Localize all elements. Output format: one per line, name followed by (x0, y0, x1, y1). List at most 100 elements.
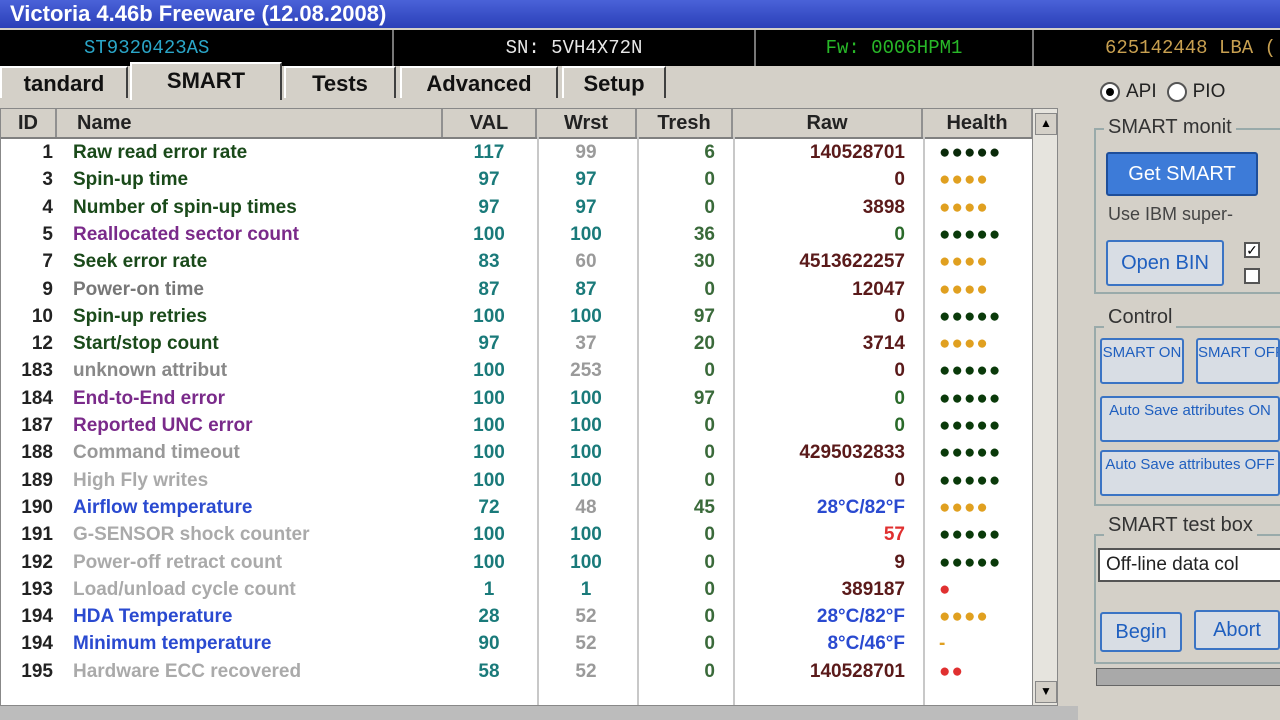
col-id[interactable]: ID (1, 109, 57, 137)
cell-raw: 0 (894, 169, 905, 191)
table-row[interactable]: 194 HDA Temperature 28 52 0 28°C/82°F ●●●● (1, 603, 1057, 631)
open-bin-button[interactable]: Open BIN (1106, 240, 1224, 286)
option-checkbox-1[interactable]: ✓ (1244, 242, 1260, 258)
table-scrollbar[interactable]: ▲ ▼ (1032, 109, 1057, 705)
table-row[interactable]: 190 Airflow temperature 72 48 45 28°C/82°F ●●●… (1, 494, 1057, 522)
progress-bar (1096, 668, 1280, 686)
tab-advanced[interactable]: Advanced (400, 66, 558, 98)
cell-health: ●●●● (939, 496, 989, 518)
cell-tresh: 6 (704, 142, 715, 163)
cell-health: ●●●●● (939, 360, 1002, 382)
cell-val: 72 (478, 496, 500, 518)
cell-raw: 0 (894, 223, 905, 245)
cell-tresh: 0 (704, 469, 715, 491)
smart-off-button[interactable]: SMART OFF (1196, 338, 1280, 384)
table-row[interactable]: 191 G-SENSOR shock counter 100 100 0 57 ●●●●● (1, 521, 1057, 549)
cell-raw: 140528701 (809, 142, 905, 163)
tab-standard[interactable]: tandard (0, 66, 128, 98)
cell-tresh: 0 (704, 415, 715, 436)
cell-health: ●●●●● (939, 387, 1002, 409)
cell-raw: 0 (894, 469, 905, 491)
drive-firmware: Fw: 0006HPM1 (756, 30, 1034, 66)
cell-name: Reported UNC error (73, 415, 253, 436)
cell-name: End-to-End error (73, 387, 225, 409)
col-health[interactable]: Health (923, 109, 1033, 137)
table-row[interactable]: 10 Spin-up retries 100 100 97 0 ●●●●● (1, 303, 1057, 331)
table-row[interactable]: 183 unknown attribut 100 253 0 0 ●●●●● (1, 357, 1057, 385)
col-tresh[interactable]: Tresh (637, 109, 733, 137)
col-wrst[interactable]: Wrst (537, 109, 637, 137)
table-row[interactable]: 5 Reallocated sector count 100 100 36 0 ●●●●● (1, 221, 1057, 249)
cell-health: ●●●●● (939, 415, 1002, 436)
get-smart-button[interactable]: Get SMART (1106, 152, 1258, 196)
table-row[interactable]: 4 Number of spin-up times 97 97 0 3898 ●●●● (1, 194, 1057, 222)
col-name[interactable]: Name (57, 109, 443, 137)
cell-wrst: 99 (575, 142, 597, 163)
cell-wrst: 97 (575, 169, 597, 191)
table-row[interactable]: 193 Load/unload cycle count 1 1 0 389187 ● (1, 576, 1057, 604)
autosave-on-button[interactable]: Auto Save attributes ON (1100, 396, 1280, 442)
table-row[interactable]: 194 Minimum temperature 90 52 0 8°C/46°F - (1, 630, 1057, 658)
begin-button[interactable]: Begin (1100, 612, 1182, 652)
cell-name: Airflow temperature (73, 496, 253, 518)
test-type-select[interactable]: Off-line data col (1098, 548, 1280, 582)
table-row[interactable]: 3 Spin-up time 97 97 0 0 ●●●● (1, 166, 1057, 194)
cell-tresh: 97 (693, 305, 715, 327)
cell-tresh: 0 (704, 169, 715, 191)
drive-serial: SN: 5VH4X72N (394, 30, 756, 66)
table-row[interactable]: 184 End-to-End error 100 100 97 0 ●●●●● (1, 385, 1057, 413)
cell-raw: 4513622257 (799, 251, 905, 273)
pio-radio[interactable] (1166, 82, 1187, 102)
table-row[interactable]: 7 Seek error rate 83 60 30 4513622257 ●●●● (1, 248, 1057, 276)
cell-name: Power-off retract count (73, 551, 283, 573)
cell-val: 97 (478, 333, 500, 355)
cell-val: 97 (478, 196, 500, 218)
table-row[interactable]: 189 High Fly writes 100 100 0 0 ●●●●● (1, 467, 1057, 495)
abort-button[interactable]: Abort (1194, 610, 1280, 650)
tab-setup[interactable]: Setup (562, 66, 666, 98)
cell-wrst: 100 (570, 387, 602, 409)
cell-wrst: 48 (575, 496, 597, 518)
table-row[interactable]: 1 Raw read error rate 117 99 6 140528701 ●●●●● (1, 139, 1057, 167)
table-row[interactable]: 9 Power-on time 87 87 0 12047 ●●●● (1, 276, 1057, 304)
cell-name: G-SENSOR shock counter (73, 524, 310, 546)
cell-wrst: 1 (580, 578, 592, 600)
cell-id: 193 (21, 578, 53, 600)
cell-raw: 0 (894, 415, 905, 436)
col-raw[interactable]: Raw (733, 109, 923, 137)
table-row[interactable]: 192 Power-off retract count 100 100 0 9 ●●●●● (1, 549, 1057, 577)
cell-name: unknown attribut (73, 360, 228, 382)
col-val[interactable]: VAL (443, 109, 537, 137)
autosave-off-button[interactable]: Auto Save attributes OFF (1100, 450, 1280, 496)
smart-monitor-label: SMART monit (1104, 116, 1236, 139)
cell-health: ●●●● (939, 606, 989, 628)
cell-val: 97 (478, 169, 500, 191)
table-row[interactable]: 195 Hardware ECC recovered 58 52 0 140528701 ●… (1, 658, 1057, 686)
cell-wrst: 52 (575, 660, 597, 682)
tab-tests[interactable]: Tests (284, 66, 396, 98)
scroll-down-icon[interactable]: ▼ (1035, 681, 1057, 703)
cell-val: 100 (473, 524, 505, 546)
cell-id: 187 (21, 415, 53, 436)
cell-val: 117 (473, 142, 505, 163)
cell-val: 90 (478, 633, 500, 655)
table-row[interactable]: 12 Start/stop count 97 37 20 3714 ●●●● (1, 330, 1057, 358)
cell-id: 183 (21, 360, 53, 382)
scroll-up-icon[interactable]: ▲ (1035, 113, 1057, 135)
smart-on-button[interactable]: SMART ON (1100, 338, 1184, 384)
cell-wrst: 97 (575, 196, 597, 218)
cell-name: Seek error rate (73, 251, 208, 273)
table-row[interactable]: 188 Command timeout 100 100 0 4295032833 ●●●●● (1, 439, 1057, 467)
cell-id: 10 (31, 305, 53, 327)
cell-raw: 389187 (841, 578, 905, 600)
cell-wrst: 100 (570, 223, 602, 245)
cell-name: Minimum temperature (73, 633, 272, 655)
main-tabs: tandard SMART Tests Advanced Setup (0, 62, 1080, 102)
api-radio[interactable] (1100, 82, 1120, 102)
tab-smart[interactable]: SMART (130, 62, 282, 100)
cell-val: 58 (478, 660, 500, 682)
cell-health: ●●●●● (939, 524, 1002, 546)
cell-name: HDA Temperature (73, 606, 233, 628)
table-row[interactable]: 187 Reported UNC error 100 100 0 0 ●●●●● (1, 412, 1057, 440)
option-checkbox-2[interactable] (1244, 268, 1260, 284)
